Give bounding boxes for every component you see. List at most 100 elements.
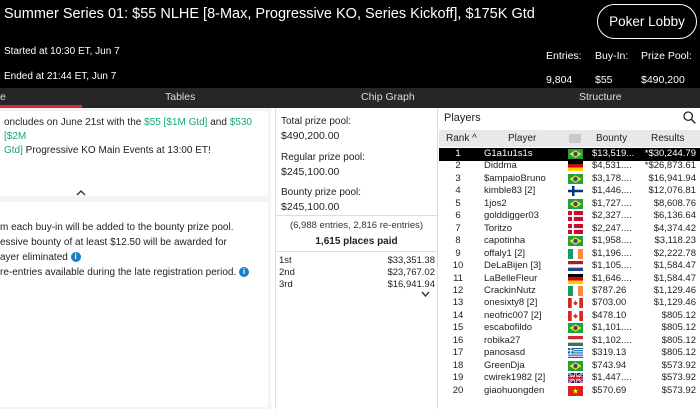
table-row[interactable]: 5 1jos2 $1,727.... $8,608.76 — [439, 198, 700, 211]
player-bounty: $478.10 — [592, 309, 627, 321]
player-name: robika27 — [484, 334, 521, 346]
player-bounty: $703.00 — [592, 297, 627, 309]
player-rank: 11 — [453, 272, 463, 284]
player-result: $1,584.47 — [653, 260, 696, 272]
table-row[interactable]: 17 panosasd $319.13 $805.12 — [439, 347, 700, 360]
series-info-line1: oncludes on June 21st with the $55 [$1M … — [4, 117, 252, 142]
player-result: $573.92 — [661, 372, 696, 384]
player-bounty: $1,196.... — [592, 247, 632, 259]
column-results[interactable]: Results — [651, 133, 684, 144]
flag-ie-icon — [568, 285, 583, 296]
main-event-link-55[interactable]: $55 [$1M Gtd] — [144, 117, 207, 128]
table-row[interactable]: 2 Diddma $4,531.... *$26,873.61 — [439, 160, 700, 173]
bounty-prize-label: Bounty prize pool: — [281, 187, 362, 198]
tab-tables[interactable]: Tables — [165, 91, 195, 103]
buyin-stat: Buy-In: $55 — [595, 50, 628, 86]
flag-br-icon — [568, 323, 583, 334]
started-time: Started at 10:30 ET, Jun 7 — [4, 46, 120, 57]
player-result: $2,222.78 — [653, 247, 696, 259]
player-rank: 5 — [455, 197, 461, 209]
table-row[interactable]: 3 $ampaioBruno $3,178.... $16,941.94 — [439, 173, 700, 186]
player-rank: 14 — [452, 309, 464, 321]
player-result: $16,941.94 — [648, 172, 696, 184]
player-rank: 2 — [455, 160, 461, 172]
column-player[interactable]: Player — [508, 133, 536, 144]
player-result: $573.92 — [661, 359, 696, 371]
player-bounty: $1,447.... — [592, 372, 632, 384]
player-result: $3,118.23 — [654, 235, 696, 247]
tab-bar: e Tables Chip Graph Structure — [0, 88, 700, 108]
table-row[interactable]: 18 GreenDja $743.94 $573.92 — [439, 360, 700, 373]
column-rank[interactable]: Rank ^ — [446, 133, 477, 144]
table-row[interactable]: 11 LaBelleFleur $1,646.... $1,584.47 — [439, 273, 700, 286]
player-rank: 4 — [455, 185, 461, 197]
table-row[interactable]: 20 giaohuongden $570.69 $573.92 — [439, 385, 700, 398]
poker-lobby-button[interactable]: Poker Lobby — [597, 4, 697, 39]
player-name: neofric007 [2] — [484, 309, 542, 321]
player-bounty: $1,101.... — [592, 322, 632, 334]
player-bounty: $2,247.... — [592, 222, 632, 234]
column-bounty[interactable]: Bounty — [596, 133, 627, 144]
tab-structure[interactable]: Structure — [579, 91, 622, 103]
player-bounty: $1,727.... — [592, 197, 632, 209]
player-rank: 19 — [452, 372, 464, 384]
info-panel: oncludes on June 21st with the $55 [$1M … — [0, 108, 271, 409]
table-row[interactable]: 14 neofric007 [2] $478.10 $805.12 — [439, 310, 700, 323]
player-result: $805.12 — [661, 334, 696, 346]
table-row[interactable]: 7 Toritzo $2,247.... $4,374.42 — [439, 223, 700, 236]
player-result: $1,129.46 — [653, 297, 696, 309]
player-rank: 6 — [455, 210, 461, 222]
player-rank: 16 — [452, 334, 464, 346]
player-rank: 10 — [452, 260, 464, 272]
player-name: offaly1 [2] — [484, 247, 526, 259]
flag-hu-icon — [568, 335, 583, 346]
chevron-down-icon[interactable] — [421, 291, 430, 297]
bounty-info-line2: essive bounty of at least $12.50 will be… — [0, 237, 227, 248]
entries-stat: Entries: 9,804 — [546, 50, 582, 86]
player-rank: 9 — [455, 247, 461, 259]
ended-time: Ended at 21:44 ET, Jun 7 — [4, 71, 117, 82]
player-bounty: $787.26 — [592, 284, 627, 296]
info-icon[interactable]: i — [70, 252, 81, 263]
flag-br-icon — [568, 236, 583, 247]
table-row[interactable]: 4 kimble83 [2] $1,446.... $12,076.81 — [439, 185, 700, 198]
bounty-info-line4: re-entries available during the late reg… — [0, 265, 268, 280]
player-result: *$30,244.79 — [644, 148, 696, 159]
bounty-info-line3: ayer eliminated i — [0, 250, 268, 265]
player-result: $1,584.47 — [653, 272, 696, 284]
table-row[interactable]: 1 G1a1u1s1s $13,519... *$30,244.79 — [439, 148, 700, 161]
entries-note: (6,988 entries, 2,816 re-entries) — [289, 220, 424, 231]
table-row[interactable]: 13 onesixty8 [2] $703.00 $1,129.46 — [439, 297, 700, 310]
tab-chip-graph[interactable]: Chip Graph — [361, 91, 415, 103]
table-row[interactable]: 6 golddigger03 $2,327.... $6,136.64 — [439, 210, 700, 223]
prize-pool-value: $490,200 — [641, 74, 685, 86]
player-rank: 12 — [452, 284, 464, 296]
table-row[interactable]: 9 offaly1 [2] $1,196.... $2,222.78 — [439, 248, 700, 261]
table-row[interactable]: 19 cwirek1982 [2] $1,447.... $573.92 — [439, 372, 700, 385]
buyin-value: $55 — [595, 74, 613, 86]
search-icon[interactable] — [683, 111, 696, 124]
player-bounty: $570.69 — [592, 384, 627, 396]
player-rank: 17 — [452, 347, 464, 359]
player-rank: 8 — [455, 235, 461, 247]
players-panel: Players Rank ^ Player Bounty Results 1 G1… — [439, 108, 700, 409]
regular-prize-value: $245,100.00 — [281, 166, 340, 178]
players-table-header: Rank ^ Player Bounty Results — [439, 130, 700, 147]
player-rank: 15 — [452, 322, 464, 334]
table-row[interactable]: 12 CrackinNutz $787.26 $1,129.46 — [439, 285, 700, 298]
table-row[interactable]: 15 escabofildo $1,101.... $805.12 — [439, 322, 700, 335]
player-bounty: $319.13 — [592, 347, 627, 359]
flag-gr-icon — [568, 348, 583, 359]
table-row[interactable]: 8 capotinha $1,958.... $3,118.23 — [439, 235, 700, 248]
table-row[interactable]: 16 robika27 $1,102.... $805.12 — [439, 335, 700, 348]
player-name: Diddma — [484, 160, 517, 172]
payout-row: 2nd $23,767.02 — [279, 267, 435, 278]
player-name: CrackinNutz — [484, 284, 536, 296]
tab-lobby[interactable]: e — [0, 91, 6, 103]
chevron-up-icon[interactable] — [76, 190, 86, 196]
table-row[interactable]: 10 DeLaBijen [3] $1,105.... $1,584.47 — [439, 260, 700, 273]
info-icon[interactable]: i — [239, 267, 250, 278]
player-name: GreenDja — [484, 359, 525, 371]
player-name: G1a1u1s1s — [484, 148, 533, 159]
flag-column-icon — [569, 134, 581, 143]
